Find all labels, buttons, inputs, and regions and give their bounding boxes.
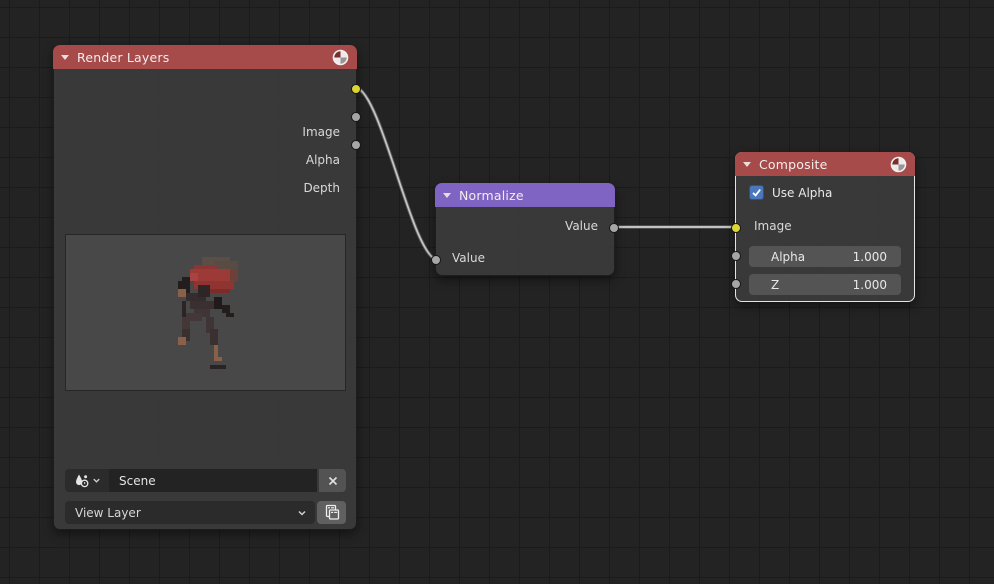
chevron-down-icon [297, 508, 307, 518]
socket-value-output[interactable] [609, 223, 619, 233]
view-layer-icon [323, 504, 340, 521]
close-icon [327, 475, 339, 487]
output-label-depth: Depth [303, 181, 340, 195]
output-label-alpha: Alpha [306, 153, 340, 167]
socket-depth-output[interactable] [351, 140, 361, 150]
collapse-arrow-icon[interactable] [61, 55, 69, 60]
collapse-arrow-icon[interactable] [743, 162, 751, 167]
node-normalize[interactable]: Normalize Value Value [435, 183, 615, 276]
alpha-field-value: 1.000 [853, 250, 887, 264]
socket-image-output[interactable] [351, 84, 361, 94]
view-layer-dropdown[interactable]: View Layer [65, 501, 315, 524]
z-field-value: 1.000 [853, 278, 887, 292]
node-title: Render Layers [77, 50, 169, 65]
socket-value-input[interactable] [431, 255, 441, 265]
output-label-image: Image [302, 125, 340, 139]
socket-alpha-output[interactable] [351, 112, 361, 122]
node-composite[interactable]: Composite Use Alpha Image Alpha 1.000 [735, 152, 915, 302]
render-layers-header[interactable]: Render Layers [53, 45, 357, 69]
render-sphere-icon [890, 156, 907, 173]
use-alpha-label: Use Alpha [772, 186, 832, 200]
checkmark-icon [751, 187, 762, 198]
scene-selector-row: Scene [65, 469, 346, 492]
scene-clear-button[interactable] [319, 469, 346, 492]
scene-name-field[interactable]: Scene [109, 469, 317, 492]
node-render-layers[interactable]: Render Layers Image Alpha Depth [53, 45, 357, 530]
composite-header[interactable]: Composite [735, 152, 915, 176]
output-label-value: Value [565, 219, 598, 233]
socket-z-input[interactable] [731, 279, 741, 289]
alpha-value-field[interactable]: Alpha 1.000 [749, 246, 901, 267]
render-preview-image [65, 234, 346, 391]
node-title: Composite [759, 157, 828, 172]
collapse-arrow-icon[interactable] [443, 193, 451, 198]
view-layer-row: View Layer [65, 501, 346, 524]
input-label-image: Image [754, 219, 792, 233]
normalize-header[interactable]: Normalize [435, 183, 615, 207]
preview-character-figure [166, 257, 246, 373]
alpha-field-label: Alpha [771, 250, 805, 264]
scene-icon [74, 473, 90, 489]
chevron-down-icon [92, 476, 101, 485]
z-value-field[interactable]: Z 1.000 [749, 274, 901, 295]
z-field-label: Z [771, 278, 779, 292]
scene-browse-button[interactable] [65, 469, 109, 492]
view-layer-button[interactable] [317, 501, 346, 524]
wire-renderlayers-image-to-normalize-value-core [357, 88, 435, 259]
render-sphere-icon [332, 49, 349, 66]
use-alpha-row: Use Alpha [749, 185, 832, 200]
view-layer-value: View Layer [75, 506, 141, 520]
node-title: Normalize [459, 188, 524, 203]
use-alpha-checkbox[interactable] [749, 185, 764, 200]
node-editor-canvas[interactable]: Render Layers Image Alpha Depth [0, 0, 994, 584]
input-label-value: Value [452, 251, 485, 265]
scene-name: Scene [119, 474, 156, 488]
socket-image-input[interactable] [731, 223, 741, 233]
socket-alpha-input[interactable] [731, 251, 741, 261]
